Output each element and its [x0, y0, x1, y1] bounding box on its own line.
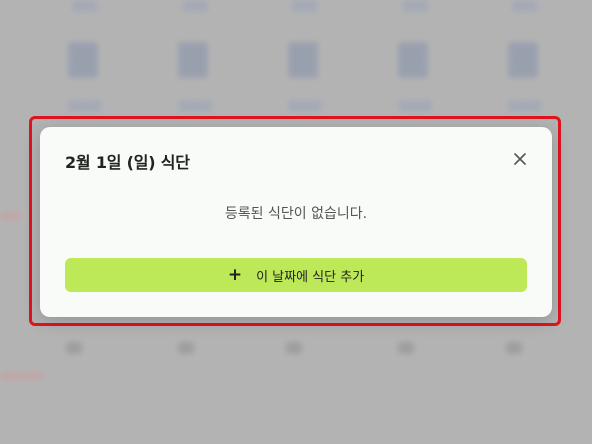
meal-modal: 2월 1일 (일) 식단 등록된 식단이 없습니다. + 이 날짜에 식단 추가 — [40, 127, 552, 317]
plus-icon: + — [227, 265, 243, 285]
add-meal-button[interactable]: + 이 날짜에 식단 추가 — [65, 258, 527, 292]
close-button[interactable] — [510, 149, 530, 169]
modal-title: 2월 1일 (일) 식단 — [65, 153, 190, 172]
empty-message: 등록된 식단이 없습니다. — [224, 206, 368, 222]
add-meal-label: 이 날짜에 식단 추가 — [256, 269, 365, 285]
close-icon — [514, 153, 526, 165]
